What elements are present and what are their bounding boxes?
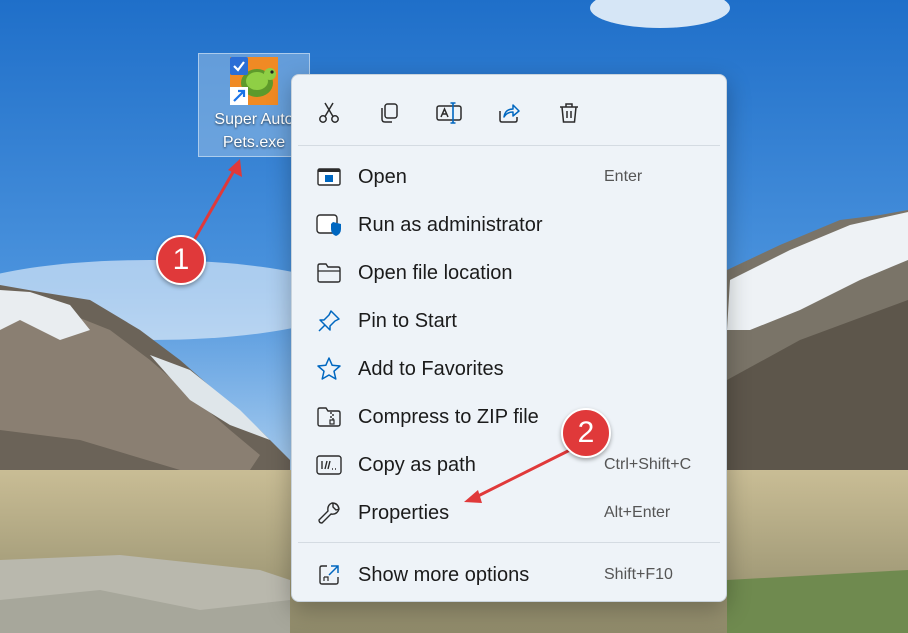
context-menu-toolbar <box>292 75 726 147</box>
toolbar-separator <box>298 145 720 146</box>
copy-button[interactable] <box>371 95 407 131</box>
delete-icon <box>560 103 578 123</box>
wrench-icon <box>316 500 342 526</box>
zip-icon <box>316 404 342 430</box>
menu-item-label: Compress to ZIP file <box>358 406 539 428</box>
context-menu: Open Enter Run as administrator Open fil… <box>291 74 727 602</box>
cut-button[interactable] <box>311 95 347 131</box>
menu-separator <box>298 542 720 543</box>
folder-icon <box>316 260 342 286</box>
menu-item-label: Open file location <box>358 262 513 284</box>
menu-item-run-as-administrator[interactable]: Run as administrator <box>296 201 723 247</box>
menu-item-shortcut: Ctrl+Shift+C <box>604 456 692 473</box>
menu-item-label: Add to Favorites <box>358 358 504 380</box>
delete-button[interactable] <box>551 95 587 131</box>
menu-item-label: Run as administrator <box>358 214 543 236</box>
menu-item-add-to-favorites[interactable]: Add to Favorites <box>296 345 723 391</box>
copy-icon <box>381 103 398 123</box>
super-auto-pets-icon <box>230 57 278 105</box>
menu-item-pin-to-start[interactable]: Pin to Start <box>296 297 723 343</box>
menu-item-compress-to-zip[interactable]: Compress to ZIP file <box>296 393 723 439</box>
menu-item-label: Properties <box>358 502 450 524</box>
star-icon <box>316 356 342 382</box>
menu-item-show-more-options[interactable]: Show more options Shift+F10 <box>296 551 723 597</box>
annotation-badge-2: 2 <box>561 408 611 458</box>
share-button[interactable] <box>491 95 527 131</box>
rename-icon <box>436 102 462 124</box>
menu-item-open[interactable]: Open Enter <box>296 153 723 199</box>
share-icon <box>499 104 520 123</box>
menu-item-label: Open <box>358 166 407 188</box>
menu-item-shortcut: Shift+F10 <box>604 566 673 583</box>
menu-item-shortcut: Enter <box>604 168 643 185</box>
annotation-badge-1: 1 <box>156 235 206 285</box>
path-icon <box>316 452 342 478</box>
cut-icon <box>319 102 339 123</box>
shield-icon <box>316 212 342 238</box>
menu-item-properties[interactable]: Properties Alt+Enter <box>296 489 723 535</box>
rename-button[interactable] <box>431 95 467 131</box>
menu-item-copy-as-path[interactable]: Copy as path Ctrl+Shift+C <box>296 441 723 487</box>
menu-item-shortcut: Alt+Enter <box>604 504 671 521</box>
menu-item-open-file-location[interactable]: Open file location <box>296 249 723 295</box>
pin-icon <box>316 308 342 334</box>
more-options-icon <box>316 562 342 588</box>
open-icon <box>316 164 342 190</box>
menu-item-label: Show more options <box>358 564 530 586</box>
menu-item-label: Pin to Start <box>358 310 457 332</box>
menu-item-label: Copy as path <box>358 454 476 476</box>
